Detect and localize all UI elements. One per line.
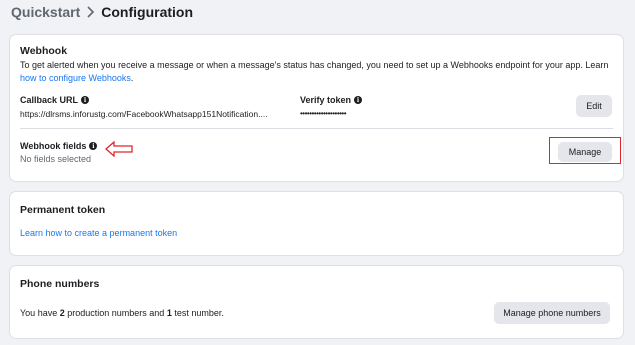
page: Quickstart Configuration Webhook To get … [0, 0, 635, 345]
webhook-card: Webhook To get alerted when you receive … [10, 35, 623, 181]
chevron-right-icon [86, 6, 95, 18]
webhook-description-end: . [130, 72, 134, 83]
webhook-fields-value: No fields selected [20, 154, 92, 164]
phone-numbers-card: Phone numbers You have 2 production numb… [10, 266, 623, 338]
webhook-fields-label: Webhook fields i [20, 141, 98, 151]
permanent-token-link[interactable]: Learn how to create a permanent token [20, 228, 177, 238]
callback-url-label: Callback URL i [20, 95, 90, 105]
manage-phone-numbers-button[interactable]: Manage phone numbers [494, 302, 610, 324]
divider [20, 128, 613, 129]
verify-token-value: •••••••••••••••••••• [300, 109, 347, 118]
verify-token-label-text: Verify token [300, 95, 352, 105]
permanent-token-title: Permanent token [20, 204, 106, 216]
verify-token-label: Verify token i [300, 95, 363, 105]
configure-webhooks-link[interactable]: how to configure Webhooks [20, 73, 131, 83]
callback-url-label-text: Callback URL [20, 95, 79, 105]
edit-button[interactable]: Edit [576, 95, 612, 117]
permanent-token-card: Permanent token Learn how to create a pe… [10, 192, 623, 255]
phone-numbers-summary: You have 2 production numbers and 1 test… [20, 308, 224, 318]
info-icon[interactable]: i [354, 96, 363, 104]
webhook-description-text: To get alerted when you receive a messag… [20, 60, 609, 70]
page-title: Configuration [101, 4, 194, 20]
breadcrumb-quickstart[interactable]: Quickstart [11, 4, 80, 20]
info-icon[interactable]: i [89, 142, 98, 150]
left-arrow-icon [105, 141, 133, 157]
callback-url-value: https://dlrsms.inforustg.com/FacebookWha… [20, 109, 268, 119]
phone-summary-text-2: production numbers and [64, 308, 167, 318]
webhook-fields-label-text: Webhook fields [20, 141, 87, 151]
webhook-description: To get alerted when you receive a messag… [20, 59, 615, 84]
webhook-title: Webhook [20, 45, 68, 57]
info-icon[interactable]: i [81, 96, 90, 104]
manage-button[interactable]: Manage [558, 142, 612, 162]
breadcrumb: Quickstart Configuration [11, 3, 193, 21]
phone-summary-text-1: You have [20, 308, 60, 318]
phone-numbers-title: Phone numbers [20, 278, 100, 290]
phone-summary-text-3: test number. [171, 308, 224, 318]
